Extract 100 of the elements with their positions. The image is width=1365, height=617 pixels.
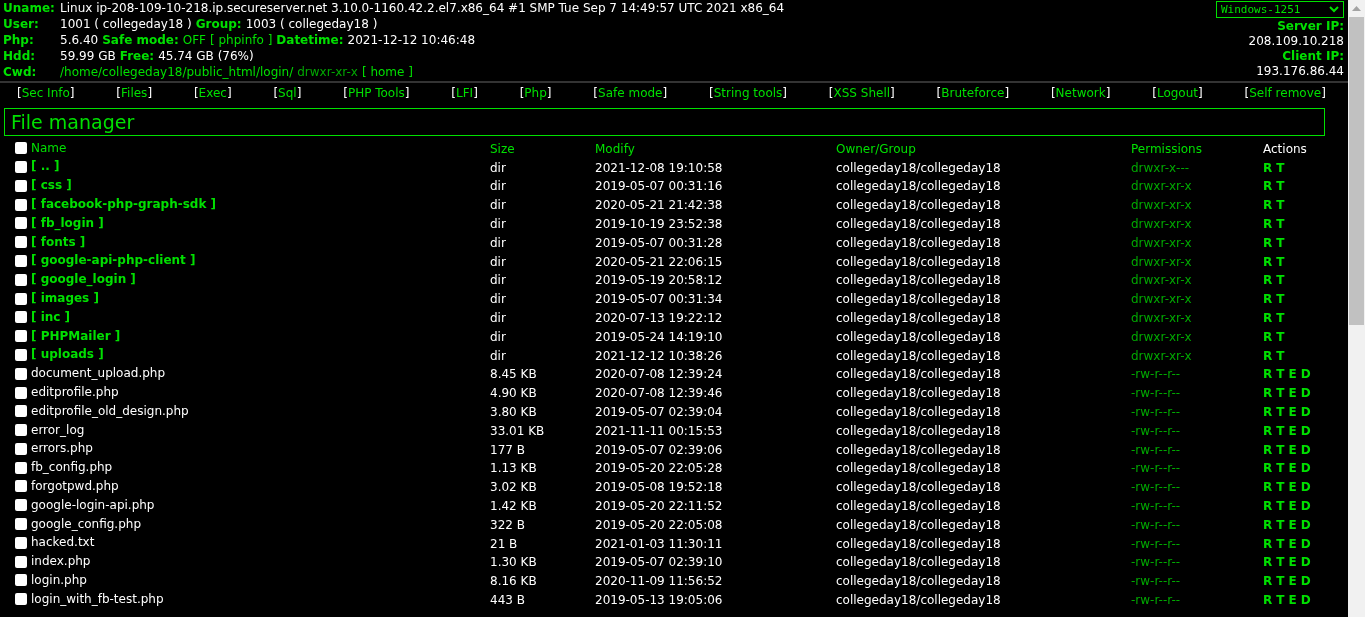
action-link[interactable]: T xyxy=(1276,198,1285,213)
permissions-link[interactable]: drwxr-xr-x xyxy=(1131,273,1192,288)
file-link[interactable]: login.php xyxy=(31,572,87,588)
action-link[interactable]: E xyxy=(1288,574,1297,589)
row-checkbox[interactable] xyxy=(15,593,27,606)
action-link[interactable]: T xyxy=(1276,367,1285,382)
action-link[interactable]: T xyxy=(1276,461,1285,476)
row-checkbox[interactable] xyxy=(15,254,27,267)
action-link[interactable]: R xyxy=(1263,235,1273,250)
action-link[interactable]: R xyxy=(1263,198,1273,213)
permissions-link[interactable]: -rw-r--r-- xyxy=(1131,423,1181,438)
action-link[interactable]: T xyxy=(1276,405,1285,420)
action-link[interactable]: T xyxy=(1276,217,1285,232)
action-link[interactable]: D xyxy=(1300,442,1311,457)
permissions-link[interactable]: -rw-r--r-- xyxy=(1131,386,1181,401)
folder-link[interactable]: [ google_login ] xyxy=(31,272,136,288)
action-link[interactable]: D xyxy=(1300,555,1311,570)
row-checkbox[interactable] xyxy=(15,367,27,380)
action-link[interactable]: D xyxy=(1300,593,1311,607)
row-checkbox[interactable] xyxy=(15,236,27,249)
charset-select[interactable]: Windows-1251 xyxy=(1216,1,1344,18)
action-link[interactable]: D xyxy=(1300,461,1311,476)
permissions-link[interactable]: drwxr-xr-x xyxy=(1131,292,1192,307)
file-link[interactable]: error_log xyxy=(31,422,85,438)
row-checkbox[interactable] xyxy=(15,518,27,531)
action-link[interactable]: E xyxy=(1288,536,1297,551)
column-header[interactable]: Modify xyxy=(595,141,635,156)
row-checkbox[interactable] xyxy=(15,536,27,549)
action-link[interactable]: T xyxy=(1276,348,1285,363)
action-link[interactable]: R xyxy=(1263,480,1273,495)
scrollbar[interactable] xyxy=(1348,0,1365,617)
file-link[interactable]: hacked.txt xyxy=(31,535,95,551)
nav-link[interactable]: [Php] xyxy=(519,85,552,104)
nav-link[interactable]: [Self remove] xyxy=(1244,85,1326,104)
folder-link[interactable]: [ inc ] xyxy=(31,309,71,325)
nav-link[interactable]: [PHP Tools] xyxy=(343,85,410,104)
row-checkbox[interactable] xyxy=(15,311,27,324)
column-header[interactable]: Name xyxy=(31,140,67,156)
action-link[interactable]: E xyxy=(1288,367,1297,382)
row-checkbox[interactable] xyxy=(15,179,27,192)
nav-link[interactable]: [Logout] xyxy=(1152,85,1203,104)
column-header[interactable]: Size xyxy=(490,141,515,156)
action-link[interactable]: R xyxy=(1263,442,1273,457)
action-link[interactable]: D xyxy=(1300,574,1311,589)
action-link[interactable]: R xyxy=(1263,574,1273,589)
file-link[interactable]: google_config.php xyxy=(31,516,141,532)
file-link[interactable]: editprofile_old_design.php xyxy=(31,403,189,419)
permissions-link[interactable]: -rw-r--r-- xyxy=(1131,367,1181,382)
action-link[interactable]: E xyxy=(1288,386,1297,401)
action-link[interactable]: E xyxy=(1288,442,1297,457)
nav-link[interactable]: [XSS Shell] xyxy=(828,85,895,104)
action-link[interactable]: R xyxy=(1263,254,1273,269)
action-link[interactable]: R xyxy=(1263,311,1273,326)
permissions-link[interactable]: -rw-r--r-- xyxy=(1131,499,1181,514)
nav-link[interactable]: [Network] xyxy=(1050,85,1111,104)
nav-link[interactable]: [Sec Info] xyxy=(17,85,75,104)
permissions-link[interactable]: drwxr-xr-x xyxy=(1131,348,1192,363)
row-checkbox[interactable] xyxy=(15,424,27,437)
action-link[interactable]: R xyxy=(1263,593,1273,607)
row-checkbox[interactable] xyxy=(15,442,27,455)
permissions-link[interactable]: -rw-r--r-- xyxy=(1131,442,1181,457)
permissions-link[interactable]: drwxr-xr-x xyxy=(1131,198,1192,213)
folder-link[interactable]: [ .. ] xyxy=(31,159,60,175)
action-link[interactable]: T xyxy=(1276,179,1285,194)
file-link[interactable]: document_upload.php xyxy=(31,366,166,382)
row-checkbox[interactable] xyxy=(15,480,27,493)
action-link[interactable]: T xyxy=(1276,499,1285,514)
action-link[interactable]: T xyxy=(1276,423,1285,438)
row-checkbox[interactable] xyxy=(15,292,27,305)
file-link[interactable]: editprofile.php xyxy=(31,385,119,400)
nav-link[interactable]: [Sql] xyxy=(273,85,302,104)
permissions-link[interactable]: drwxr-xr-x xyxy=(1131,217,1192,232)
action-link[interactable]: R xyxy=(1263,461,1273,476)
file-link[interactable]: login_with_fb-test.php xyxy=(31,591,164,607)
action-link[interactable]: R xyxy=(1263,386,1273,401)
folder-link[interactable]: [ facebook-php-graph-sdk ] xyxy=(31,197,217,213)
action-link[interactable]: R xyxy=(1263,517,1273,532)
action-link[interactable]: E xyxy=(1288,423,1297,438)
row-checkbox[interactable] xyxy=(15,198,27,211)
nav-link[interactable]: [Bruteforce] xyxy=(936,85,1010,104)
permissions-link[interactable]: drwxr-xr-x xyxy=(1131,235,1192,250)
info-link[interactable]: /home/collegeday18/public_html/login/ xyxy=(60,64,294,80)
action-link[interactable]: T xyxy=(1276,386,1285,401)
permissions-link[interactable]: -rw-r--r-- xyxy=(1131,517,1181,532)
action-link[interactable]: R xyxy=(1263,405,1273,420)
action-link[interactable]: R xyxy=(1263,329,1273,344)
row-checkbox[interactable] xyxy=(15,405,27,418)
action-link[interactable]: R xyxy=(1263,179,1273,194)
action-link[interactable]: T xyxy=(1276,273,1285,288)
file-link[interactable]: errors.php xyxy=(31,441,93,457)
action-link[interactable]: D xyxy=(1300,386,1311,401)
permissions-link[interactable]: drwxr-xr-x xyxy=(1131,329,1192,344)
folder-link[interactable]: [ fonts ] xyxy=(31,234,86,250)
folder-link[interactable]: [ google-api-php-client ] xyxy=(31,253,196,269)
row-checkbox[interactable] xyxy=(15,555,27,568)
permissions-link[interactable]: drwxr-x--- xyxy=(1131,160,1190,175)
action-link[interactable]: T xyxy=(1276,254,1285,269)
nav-link[interactable]: [String tools] xyxy=(709,85,787,104)
action-link[interactable]: D xyxy=(1300,423,1311,438)
action-link[interactable]: T xyxy=(1276,235,1285,250)
